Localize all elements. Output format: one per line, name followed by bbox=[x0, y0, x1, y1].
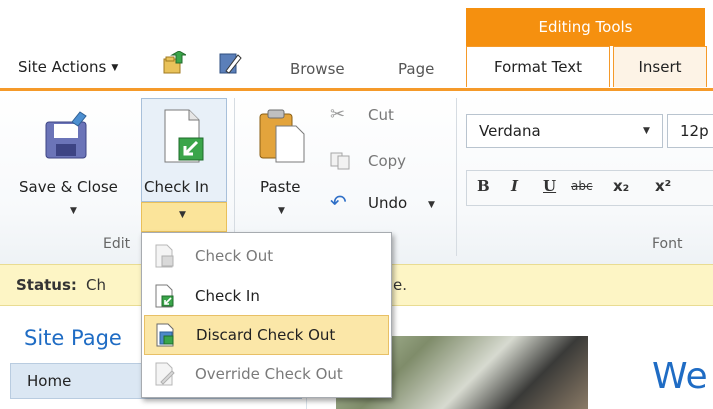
copy-label: Copy bbox=[368, 152, 407, 170]
menu-item-check-in[interactable]: Check In bbox=[144, 277, 387, 315]
copy-button[interactable]: Copy bbox=[330, 150, 440, 174]
nav-item-home-label: Home bbox=[27, 372, 72, 390]
menu-item-label: Check In bbox=[195, 287, 260, 305]
paste-icon bbox=[259, 109, 305, 163]
chevron-down-icon: ▼ bbox=[278, 206, 285, 216]
save-close-button[interactable]: Save & Close ▼ bbox=[12, 98, 134, 228]
edit-page-icon[interactable] bbox=[218, 51, 242, 75]
check-in-button[interactable]: Check In bbox=[141, 98, 225, 200]
menu-item-check-out[interactable]: Check Out bbox=[144, 237, 387, 275]
save-close-label: Save & Close bbox=[19, 178, 118, 196]
tab-page[interactable]: Page bbox=[398, 60, 434, 78]
menu-item-label: Check Out bbox=[195, 247, 274, 265]
undo-icon: ↶ bbox=[330, 190, 347, 214]
group-divider bbox=[456, 98, 457, 256]
undo-label: Undo bbox=[368, 194, 408, 212]
site-actions-menu[interactable]: Site Actions ▼ bbox=[18, 58, 118, 76]
editing-tools-header: Editing Tools bbox=[466, 8, 705, 46]
chevron-down-icon: ▼ bbox=[70, 206, 77, 216]
italic-button[interactable]: I bbox=[511, 177, 518, 195]
font-size-select[interactable]: 12p bbox=[667, 114, 713, 148]
tab-insert[interactable]: Insert bbox=[613, 46, 707, 87]
chevron-down-icon: ▼ bbox=[111, 63, 119, 73]
check-in-label: Check In bbox=[144, 178, 209, 196]
scissors-icon: ✂ bbox=[330, 104, 346, 125]
navigate-up-icon[interactable] bbox=[162, 51, 186, 75]
menu-item-label: Discard Check Out bbox=[196, 326, 336, 344]
override-check-out-icon bbox=[155, 362, 175, 386]
page-heading: We bbox=[652, 356, 708, 397]
status-text-end: e. bbox=[393, 276, 407, 294]
edit-group-label: Edit bbox=[103, 236, 131, 252]
chevron-down-icon: ▼ bbox=[179, 210, 186, 220]
chevron-down-icon: ▼ bbox=[428, 200, 435, 210]
site-actions-label: Site Actions bbox=[18, 58, 107, 76]
font-size-value: 12p bbox=[680, 122, 709, 140]
tab-browse[interactable]: Browse bbox=[290, 60, 345, 78]
undo-button[interactable]: ↶ Undo ▼ bbox=[330, 190, 450, 216]
menu-item-discard-check-out[interactable]: Discard Check Out bbox=[144, 315, 389, 355]
check-in-icon bbox=[155, 284, 174, 308]
cut-button[interactable]: ✂ Cut bbox=[330, 104, 440, 128]
strikethrough-button[interactable]: abc bbox=[571, 179, 593, 193]
bold-button[interactable]: B bbox=[477, 177, 490, 195]
menu-item-label: Override Check Out bbox=[195, 365, 343, 383]
underline-button[interactable]: U bbox=[543, 177, 556, 195]
cut-label: Cut bbox=[368, 106, 394, 124]
paste-label: Paste bbox=[260, 178, 301, 196]
save-close-icon bbox=[45, 111, 87, 159]
paste-button[interactable]: Paste ▼ bbox=[246, 98, 318, 228]
status-text-start: Ch bbox=[86, 276, 106, 294]
font-group-label: Font bbox=[652, 236, 683, 252]
check-in-dropdown-arrow[interactable]: ▼ bbox=[141, 202, 227, 232]
tab-format-text[interactable]: Format Text bbox=[466, 46, 610, 87]
font-name-value: Verdana bbox=[479, 122, 541, 140]
check-in-icon bbox=[164, 109, 204, 163]
site-pages-heading[interactable]: Site Page bbox=[24, 326, 122, 350]
font-name-select[interactable]: Verdana ▼ bbox=[466, 114, 663, 148]
check-out-icon bbox=[155, 244, 174, 268]
superscript-button[interactable]: x² bbox=[655, 177, 671, 195]
discard-check-out-icon bbox=[156, 323, 174, 347]
check-in-dropdown-menu: Check Out Check In Discard Check Out Ove… bbox=[141, 232, 392, 398]
copy-icon bbox=[330, 152, 352, 174]
format-buttons-row: B I U abc x₂ x² bbox=[466, 170, 713, 206]
chevron-down-icon: ▼ bbox=[643, 126, 650, 136]
subscript-button[interactable]: x₂ bbox=[613, 177, 629, 195]
menu-item-override-check-out[interactable]: Override Check Out bbox=[144, 355, 387, 393]
status-label: Status: bbox=[16, 276, 77, 294]
